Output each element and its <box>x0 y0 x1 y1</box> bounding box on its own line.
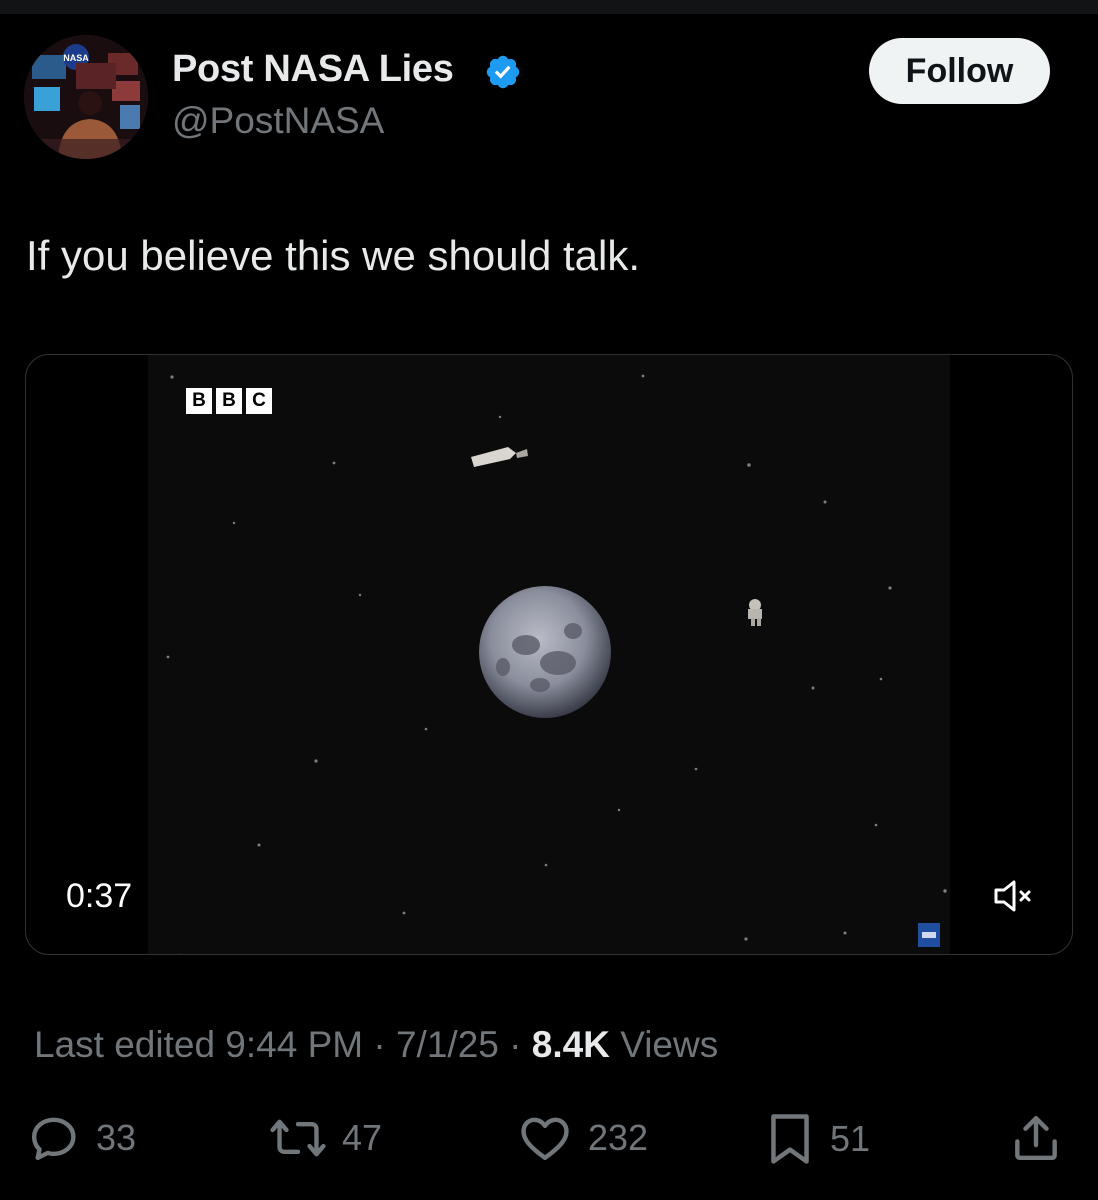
edited-timestamp[interactable]: Last edited 9:44 PM · 7/1/25 <box>34 1024 499 1065</box>
bbc-letter: B <box>186 388 212 414</box>
video-frame[interactable]: B B C <box>148 355 950 954</box>
bookmark-icon <box>771 1114 809 1164</box>
bbc-archive-logo <box>918 923 940 947</box>
bbc-letter: C <box>246 388 272 414</box>
reply-icon <box>31 1117 76 1161</box>
post-text: If you believe this we should talk. <box>26 232 641 279</box>
action-bar: 33 47 232 51 <box>0 1110 1098 1174</box>
bookmark-button[interactable]: 51 <box>764 1110 870 1168</box>
astronaut-shape <box>748 599 762 626</box>
space-scene-image <box>166 374 947 954</box>
top-bar <box>0 0 1098 14</box>
repost-icon <box>270 1119 326 1157</box>
verified-badge-icon <box>486 55 520 89</box>
reply-button[interactable]: 33 <box>26 1110 136 1166</box>
author-name[interactable]: Post NASA Lies <box>172 48 454 91</box>
bbc-watermark: B B C <box>186 388 272 414</box>
moon-shape <box>479 586 611 718</box>
like-button[interactable]: 232 <box>516 1110 648 1166</box>
meta-separator: · <box>509 1024 522 1065</box>
spacecraft-shape <box>471 447 528 467</box>
avatar[interactable]: NASA <box>24 35 148 159</box>
repost-button[interactable]: 47 <box>268 1110 382 1166</box>
svg-text:NASA: NASA <box>63 53 89 63</box>
author-handle[interactable]: @PostNASA <box>172 100 384 142</box>
share-button[interactable] <box>1008 1110 1064 1166</box>
volume-muted-icon[interactable] <box>988 873 1040 919</box>
views-label: Views <box>620 1024 719 1065</box>
bookmark-count: 51 <box>830 1118 871 1159</box>
like-count: 232 <box>588 1117 649 1158</box>
post-meta: Last edited 9:44 PM · 7/1/25 · 8.4K View… <box>34 1024 718 1066</box>
bbc-letter: B <box>216 388 242 414</box>
share-icon <box>1015 1115 1057 1161</box>
reply-count: 33 <box>96 1117 137 1158</box>
post-page: NASA Post NASA Lies @PostNASA Follow If … <box>0 0 1098 1200</box>
repost-count: 47 <box>342 1117 383 1158</box>
video-player[interactable]: B B C 0:37 <box>25 354 1073 955</box>
video-duration: 0:37 <box>52 873 147 920</box>
avatar-image: NASA <box>24 35 148 159</box>
views-count: 8.4K <box>531 1024 610 1065</box>
follow-button[interactable]: Follow <box>869 38 1050 104</box>
heart-icon <box>521 1117 569 1161</box>
